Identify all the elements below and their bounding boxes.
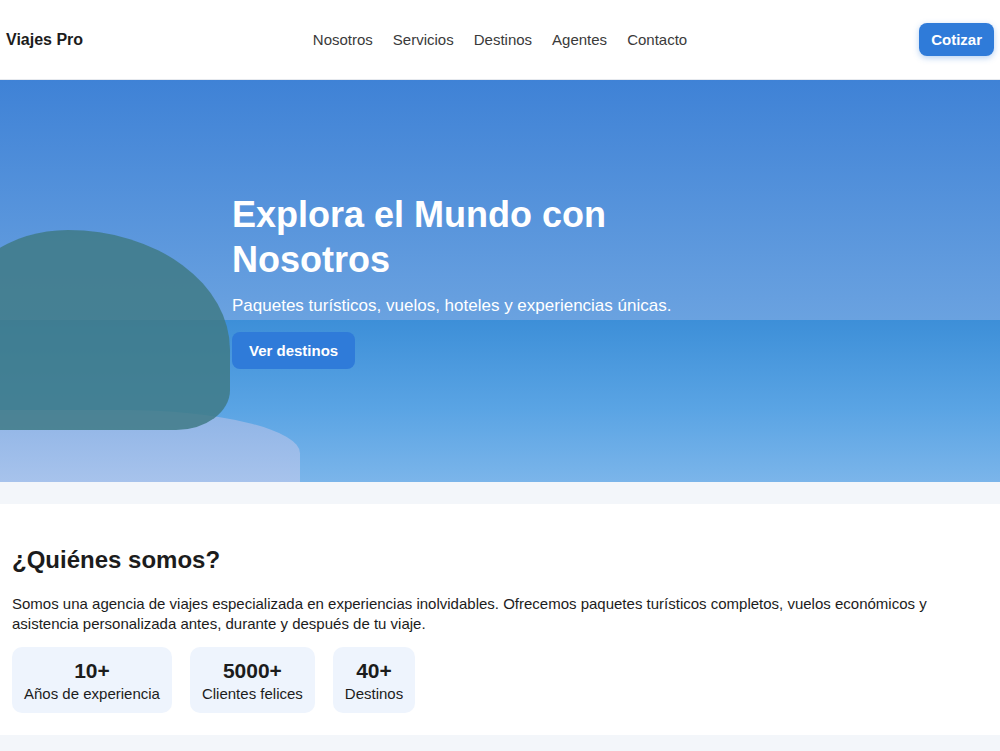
about-section: ¿Quiénes somos? Somos una agencia de viaj…: [0, 504, 1000, 735]
nav-link[interactable]: Servicios: [393, 31, 454, 48]
stat-label: Años de experiencia: [24, 685, 160, 702]
destinations-button[interactable]: Ver destinos: [232, 332, 355, 369]
stats: 10+ Años de experiencia 5000+ Clientes feli…: [12, 647, 988, 713]
stat-card: 40+ Destinos: [333, 647, 415, 713]
stat-label: Destinos: [345, 685, 403, 702]
about-text: Somos una agencia de viajes especializad…: [12, 594, 952, 633]
nav-link[interactable]: Destinos: [474, 31, 532, 48]
about-title: ¿Quiénes somos?: [12, 546, 988, 574]
brand-logo[interactable]: Viajes Pro: [6, 31, 313, 49]
section-gap: [0, 482, 1000, 504]
hero: Explora el Mundo con Nosotros Paquetes tu…: [0, 80, 1000, 482]
nav-link[interactable]: Contacto: [627, 31, 687, 48]
stat-card: 5000+ Clientes felices: [190, 647, 315, 713]
main-nav: Nosotros Servicios Destinos Agentes Contacto: [313, 31, 687, 48]
hero-title: Explora el Mundo con Nosotros: [232, 192, 672, 282]
nav-link[interactable]: Nosotros: [313, 31, 373, 48]
nav-link[interactable]: Agentes: [552, 31, 607, 48]
page: Viajes ProNosotros Servicios Destinos Agent…: [0, 0, 1000, 751]
stat-label: Clientes felices: [202, 685, 303, 702]
quote-button[interactable]: Cotizar: [919, 23, 994, 56]
stat-value: 10+: [24, 659, 160, 683]
hero-photo: [0, 80, 1000, 482]
stat-value: 40+: [345, 659, 403, 683]
next-section: [0, 735, 1000, 751]
hero-subtitle: Paquetes turísticos, vuelos, hoteles y e…: [232, 296, 1000, 316]
hero-content: Explora el Mundo con Nosotros Paquetes tu…: [0, 80, 1000, 369]
stat-value: 5000+: [202, 659, 303, 683]
header: Viajes ProNosotros Servicios Destinos Agent…: [0, 0, 1000, 80]
stat-card: 10+ Años de experiencia: [12, 647, 172, 713]
